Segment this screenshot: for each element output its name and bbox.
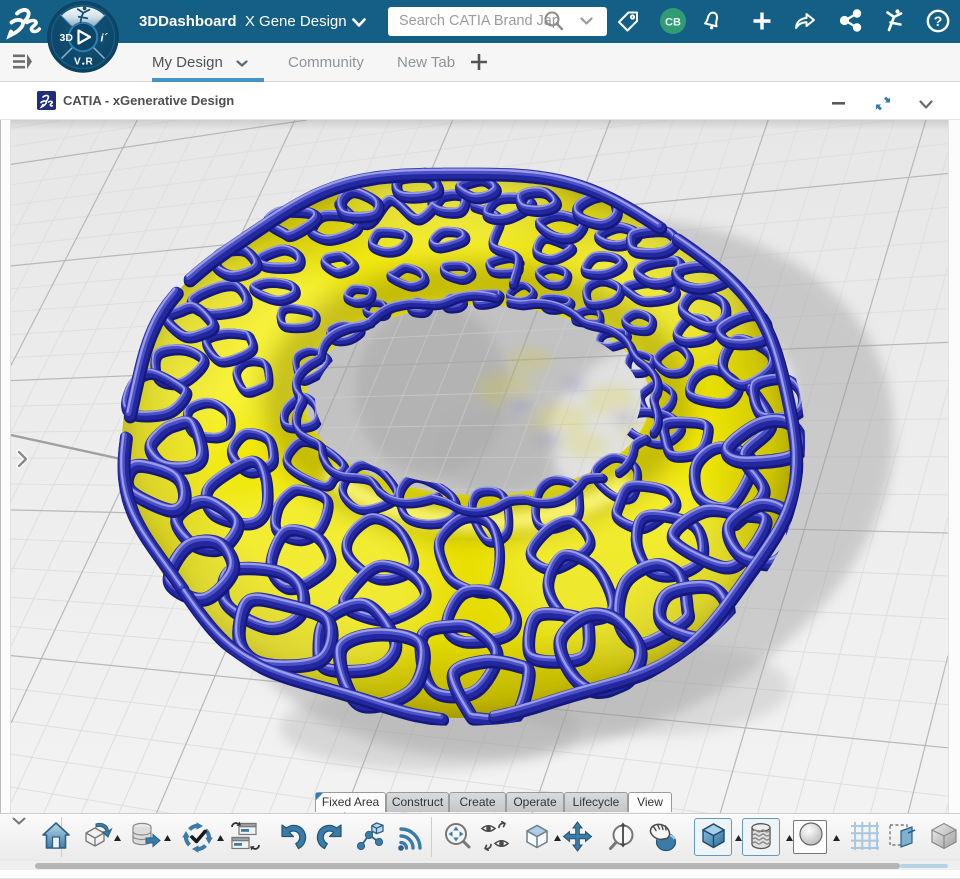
svg-text:3D: 3D (60, 32, 74, 44)
svg-text:R: R (86, 57, 94, 68)
svg-text:V: V (74, 57, 81, 68)
svg-text:CB: CB (665, 17, 681, 29)
svg-text:?: ? (934, 13, 943, 29)
